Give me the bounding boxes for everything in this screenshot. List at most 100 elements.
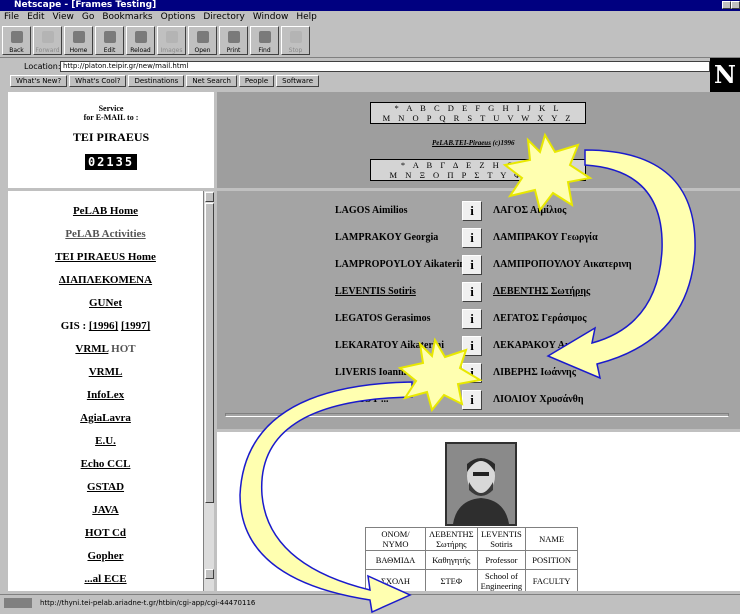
nav-infolex[interactable]: InfoLex — [8, 389, 203, 401]
toolbar-edit-button[interactable]: Edit — [95, 26, 124, 55]
menu-bookmarks[interactable]: Bookmarks — [102, 12, 152, 22]
person-greek-name[interactable]: ΛΑΜΠΡΟΠΟΥΛΟΥ Αικατερινη — [493, 259, 632, 270]
nav-tei-home[interactable]: TEI PIRAEUS Home — [8, 251, 203, 263]
toolbar-open-button[interactable]: Open — [188, 26, 217, 55]
person-greek-name[interactable]: ΛΑΜΠΡΑΚΟΥ Γεωργία — [493, 232, 598, 243]
nav-gis-1997[interactable]: [1997] — [121, 320, 150, 332]
find-icon — [259, 31, 271, 43]
nav-scrollbar[interactable] — [203, 191, 214, 591]
toolbar-label: Print — [226, 47, 241, 54]
nav-vrml[interactable]: VRML — [8, 366, 203, 378]
person-row: LEVENTIS Sotiris i ΛΕΒΕΝΤΗΣ Σωτήρης — [217, 282, 740, 302]
info-button[interactable]: i — [462, 363, 482, 383]
directory-bar: What's New? What's Cool? Destinations Net S… — [0, 75, 740, 89]
person-greek-name[interactable]: ΛΑΓΟΣ Αιμίλιος — [493, 205, 566, 216]
title-bar: Netscape - [Frames Testing] — [0, 0, 740, 11]
nav-last[interactable]: ...al ECE — [8, 573, 203, 585]
person-latin-name[interactable]: LAMPROPOYLOY Aikaterini — [335, 259, 468, 270]
navigation-frame: PeLAB Home PeLAB Activities TEI PIRAEUS … — [8, 191, 213, 591]
info-button[interactable]: i — [462, 390, 482, 410]
nav-pelab-home[interactable]: PeLAB Home — [8, 205, 203, 217]
person-greek-name[interactable]: ΛΕΒΕΝΤΗΣ Σωτήρης — [493, 286, 590, 297]
maximize-button[interactable] — [731, 1, 740, 9]
person-latin-name[interactable]: LEKARATOY Aikaterini — [335, 340, 444, 351]
menu-directory[interactable]: Directory — [203, 12, 244, 22]
nav-hot-cd[interactable]: HOT Cd — [8, 527, 203, 539]
person-latin-name[interactable]: LIOLIOY ... — [335, 394, 389, 405]
nav-gunet[interactable]: GUNet — [8, 297, 203, 309]
latin-letter-index[interactable]: * A B C D E F G H I J K L M N O P Q R S … — [370, 102, 586, 124]
info-button[interactable]: i — [462, 282, 482, 302]
toolbar-forward-button[interactable]: Forward — [33, 26, 62, 55]
toolbar-label: Forward — [35, 47, 60, 54]
person-latin-name[interactable]: LEGATOS Gerasimos — [335, 313, 430, 324]
nav-java[interactable]: JAVA — [8, 504, 203, 516]
scroll-down-button[interactable] — [205, 569, 214, 579]
info-button[interactable]: i — [462, 255, 482, 275]
menu-options[interactable]: Options — [161, 12, 196, 22]
location-input[interactable]: http://platon.teipir.gr/new/mail.html — [60, 61, 710, 72]
nav-vrml-hot-a[interactable]: VRML — [75, 343, 108, 355]
toolbar-label: Images — [160, 47, 183, 54]
person-latin-name[interactable]: LEVENTIS Sotiris — [335, 286, 416, 297]
person-greek-name[interactable]: ΛΙΟΛΙΟΥ Χρυσάνθη — [493, 394, 584, 405]
toolbar-find-button[interactable]: Find — [250, 26, 279, 55]
menu-help[interactable]: Help — [296, 12, 317, 22]
menu-view[interactable]: View — [53, 12, 74, 22]
greek-letter-index[interactable]: * Α Β Γ Δ Ε Ζ Η Θ Ι Κ Λ Μ Ν Ξ Ο Π Ρ Σ Τ … — [370, 159, 586, 181]
visitor-counter: 02135 — [84, 154, 138, 170]
info-button[interactable]: i — [462, 201, 482, 221]
credit-year: (c)1996 — [492, 139, 515, 147]
info-button[interactable]: i — [462, 336, 482, 356]
person-greek-name[interactable]: ΛΙΒΕΡΗΣ Ιωάννης — [493, 367, 576, 378]
info-table-cell: ΟΝΟΜ/ΝΥΜΟ — [365, 527, 426, 551]
person-latin-name[interactable]: LAMPRAKOY Georgia — [335, 232, 438, 243]
toolbar-stop-button[interactable]: Stop — [281, 26, 310, 55]
edit-icon — [104, 31, 116, 43]
nav-eu[interactable]: E.U. — [8, 435, 203, 447]
nav-agialavra[interactable]: AgiaLavra — [8, 412, 203, 424]
toolbar-back-button[interactable]: Back — [2, 26, 31, 55]
menu-go[interactable]: Go — [82, 12, 94, 22]
nav-diaplekomena[interactable]: ΔΙΑΠΛΕΚΟΜΕΝΑ — [8, 274, 203, 286]
directory-button-3[interactable]: Net Search — [186, 75, 237, 87]
nav-pelab-activities[interactable]: PeLAB Activities — [8, 228, 203, 240]
toolbar-label: Home — [69, 47, 88, 54]
info-button[interactable]: i — [462, 309, 482, 329]
print-icon — [228, 31, 240, 43]
nav-gis-1996[interactable]: [1996] — [89, 320, 118, 332]
info-table-cell: ΣΧΟΛΗ — [365, 569, 426, 591]
minimize-button[interactable] — [722, 1, 731, 9]
toolbar-label: Stop — [288, 47, 303, 54]
toolbar-print-button[interactable]: Print — [219, 26, 248, 55]
directory-button-0[interactable]: What's New? — [10, 75, 68, 87]
directory-button-4[interactable]: People — [238, 75, 275, 87]
menu-edit[interactable]: Edit — [27, 12, 44, 22]
info-table-cell: School of Engineering — [476, 569, 527, 591]
info-table-cell: ΣΤΕΦ — [425, 569, 478, 591]
nav-gopher[interactable]: Gopher — [8, 550, 203, 562]
toolbar-reload-button[interactable]: Reload — [126, 26, 155, 55]
directory-button-2[interactable]: Destinations — [128, 75, 185, 87]
service-frame: Service for E-MAIL to : TEI PIRAEUS 0213… — [8, 92, 214, 188]
toolbar-home-button[interactable]: Home — [64, 26, 93, 55]
nav-vrml-hot-b[interactable]: HOT — [111, 343, 135, 355]
scroll-thumb[interactable] — [205, 203, 214, 503]
reload-icon — [135, 31, 147, 43]
person-latin-name[interactable]: LIVERIS Ioannis — [335, 367, 410, 378]
toolbar-images-button[interactable]: Images — [157, 26, 186, 55]
nav-gstad[interactable]: GSTAD — [8, 481, 203, 493]
person-row: LIOLIOY ... i ΛΙΟΛΙΟΥ Χρυσάνθη — [217, 390, 740, 410]
menu-window[interactable]: Window — [253, 12, 289, 22]
menu-file[interactable]: File — [4, 12, 19, 22]
person-row: LIVERIS Ioannis i ΛΙΒΕΡΗΣ Ιωάννης — [217, 363, 740, 383]
person-greek-name[interactable]: ΛΕΓΑΤΟΣ Γεράσιμος — [493, 313, 586, 324]
person-latin-name[interactable]: LAGOS Aimilios — [335, 205, 408, 216]
scroll-up-button[interactable] — [205, 192, 214, 202]
directory-button-1[interactable]: What's Cool? — [69, 75, 127, 87]
directory-button-5[interactable]: Software — [276, 75, 319, 87]
nav-echo-ccl[interactable]: Echo CCL — [8, 458, 203, 470]
person-greek-name[interactable]: ΛΕΚΑΡΑΚΟΥ Αικατερινη — [493, 340, 606, 351]
info-button[interactable]: i — [462, 228, 482, 248]
pelab-credit-link[interactable]: PeLAB.TEI-Piraeus — [432, 139, 491, 147]
